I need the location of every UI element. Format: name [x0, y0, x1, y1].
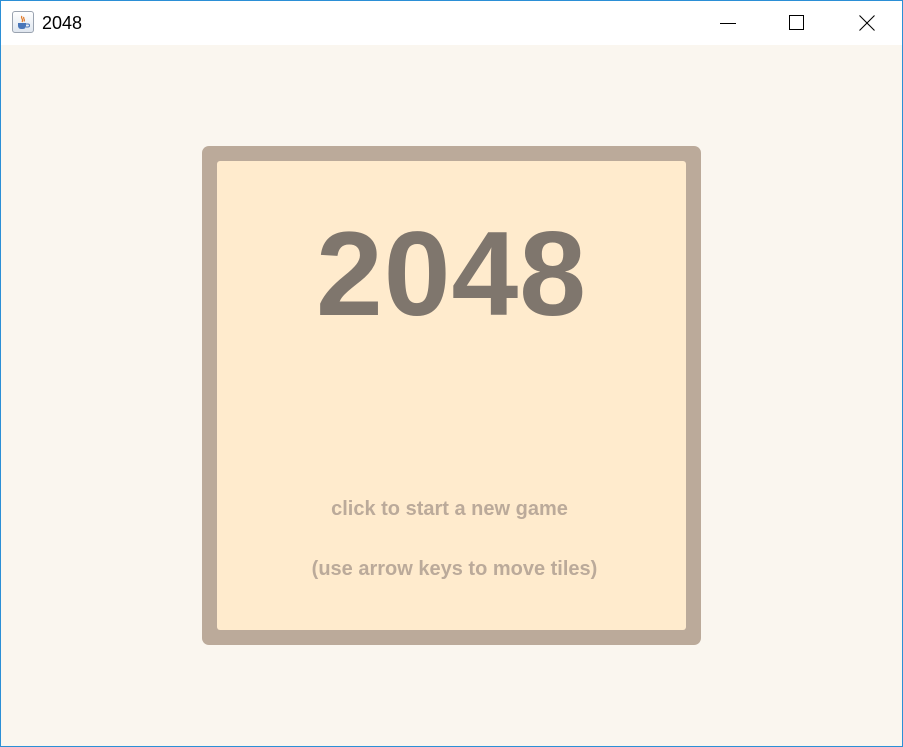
maximize-icon	[789, 15, 804, 30]
java-cup-icon[interactable]	[12, 11, 34, 33]
controls-hint: (use arrow keys to move tiles)	[311, 558, 598, 580]
game-board[interactable]: 2048 click to start a new game (use arro…	[202, 146, 701, 645]
start-game-prompt[interactable]: click to start a new game	[215, 498, 684, 521]
app-window: 2048 2048 click to start a new game (use…	[0, 0, 903, 747]
minimize-icon	[720, 23, 736, 24]
close-button[interactable]	[844, 1, 890, 45]
minimize-button[interactable]	[705, 1, 751, 45]
window-title: 2048	[42, 13, 83, 33]
maximize-button[interactable]	[774, 1, 820, 45]
close-icon	[859, 15, 875, 31]
title-bar[interactable]: 2048	[1, 1, 902, 45]
game-title: 2048	[316, 207, 587, 341]
start-screen-panel[interactable]: 2048 click to start a new game (use arro…	[217, 161, 686, 630]
game-canvas[interactable]: 2048 click to start a new game (use arro…	[1, 45, 902, 746]
